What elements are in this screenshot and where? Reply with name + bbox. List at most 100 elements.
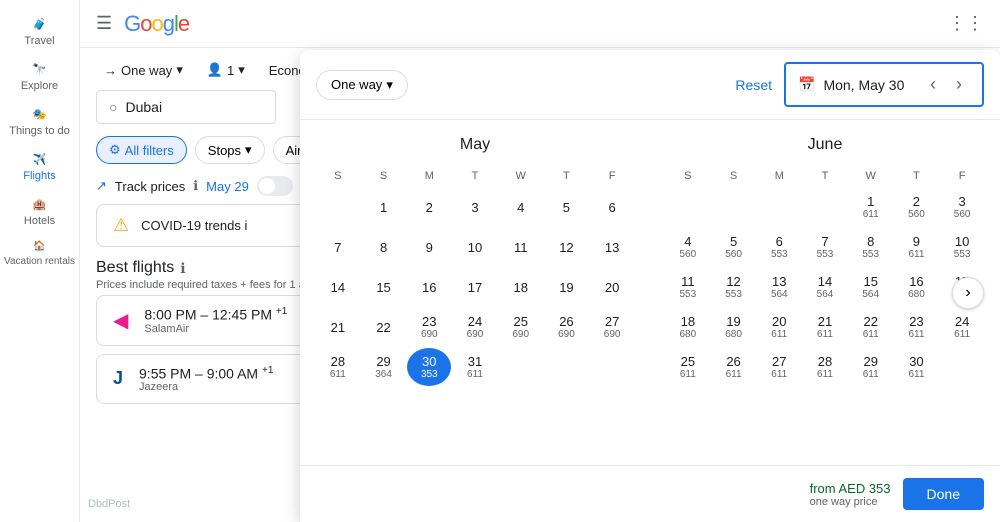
table-row[interactable]: 3 [453,188,497,226]
sidebar-item-flights[interactable]: ✈️ Flights [0,145,79,190]
table-row[interactable]: 13564 [757,268,801,306]
table-row[interactable]: 4560 [666,228,710,266]
table-row[interactable]: 30353 [407,348,451,386]
airline-logo-1: ◀ [113,308,128,333]
table-row[interactable]: 21 [316,308,360,346]
table-row[interactable]: 23611 [895,308,939,346]
sidebar-item-explore[interactable]: 🔭 Explore [0,55,79,100]
all-filters-button[interactable]: ⚙ All filters [96,136,187,164]
table-row[interactable]: 9 [407,228,451,266]
table-row[interactable]: 27690 [590,308,634,346]
sidebar-label-flights: Flights [23,170,55,182]
sidebar-label-hotels: Hotels [24,215,55,227]
passengers-button[interactable]: 👤 1 ▾ [199,58,253,82]
google-logo: Google [124,11,189,37]
table-row[interactable]: 29611 [849,348,893,386]
table-row[interactable]: 20611 [757,308,801,346]
cal-one-way-button[interactable]: One way ▾ [316,70,408,100]
cal-prev-button[interactable]: ‹ [922,70,944,99]
table-row[interactable]: 20 [590,268,634,306]
table-row[interactable]: 25611 [666,348,710,386]
table-row[interactable]: 3560 [940,188,984,226]
table-row [712,188,756,226]
table-row[interactable]: 30611 [895,348,939,386]
table-row[interactable]: 7553 [803,228,847,266]
may-header-6: F [590,166,634,186]
origin-input[interactable]: ○ Dubai [96,90,276,124]
table-row[interactable]: 28611 [316,348,360,386]
table-row[interactable]: 2 [407,188,451,226]
table-row[interactable]: 14 [316,268,360,306]
table-row[interactable]: 22611 [849,308,893,346]
table-row[interactable]: 25690 [499,308,543,346]
table-row[interactable]: 23690 [407,308,451,346]
table-row[interactable]: 19680 [712,308,756,346]
table-row[interactable]: 10 [453,228,497,266]
table-row[interactable]: 1611 [849,188,893,226]
table-row[interactable]: 8 [362,228,406,266]
menu-icon[interactable]: ☰ [96,13,112,34]
cal-date-input[interactable]: 📅 Mon, May 30 ‹ › [784,62,984,107]
june-header-6: F [940,166,984,186]
table-row[interactable]: 16680 [895,268,939,306]
table-row[interactable]: 24690 [453,308,497,346]
done-button[interactable]: Done [903,478,984,510]
table-row[interactable]: 18 [499,268,543,306]
table-row[interactable]: 11 [499,228,543,266]
table-row[interactable]: 2560 [895,188,939,226]
table-row [666,188,710,226]
sidebar-item-travel[interactable]: 🧳 Travel [0,10,79,55]
cal-date-icon: 📅 [798,76,815,93]
table-row[interactable]: 26611 [712,348,756,386]
june-title: June [666,136,984,154]
table-row[interactable]: 1 [362,188,406,226]
table-row[interactable]: 7 [316,228,360,266]
sidebar-item-things[interactable]: 🎭 Things to do [0,100,79,145]
table-row[interactable]: 4 [499,188,543,226]
sidebar-label-travel: Travel [24,35,54,47]
table-row[interactable]: 17 [453,268,497,306]
table-row[interactable]: 21611 [803,308,847,346]
table-row[interactable]: 31611 [453,348,497,386]
chevron-down-icon-2: ▾ [238,62,245,78]
table-row[interactable]: 11553 [666,268,710,306]
flights-icon: ✈️ [33,153,47,166]
calendar-modal: One way ▾ Reset 📅 Mon, May 30 ‹ › May S [300,50,1000,522]
table-row[interactable]: 14564 [803,268,847,306]
table-row[interactable]: 29364 [362,348,406,386]
table-row[interactable]: 16 [407,268,451,306]
june-calendar: June S S M T W T F 161125603560456055606… [666,136,984,449]
cal-reset-button[interactable]: Reset [735,77,772,93]
table-row[interactable]: 15564 [849,268,893,306]
table-row[interactable]: 6553 [757,228,801,266]
may-title: May [316,136,634,154]
table-row[interactable]: 6 [590,188,634,226]
table-row[interactable]: 22 [362,308,406,346]
table-row[interactable]: 12 [545,228,589,266]
table-row[interactable]: 10553 [940,228,984,266]
table-row[interactable]: 13 [590,228,634,266]
table-row[interactable]: 24611 [940,308,984,346]
table-row[interactable]: 5 [545,188,589,226]
track-toggle[interactable] [257,176,293,196]
trip-type-button[interactable]: → One way ▾ [96,58,191,82]
table-row[interactable]: 18680 [666,308,710,346]
sidebar-item-hotels[interactable]: 🏨 Hotels [0,190,79,235]
cal-next-month-button[interactable]: › [952,277,984,309]
sidebar-item-vacation[interactable]: 🏠 Vacation rentals [0,235,79,273]
june-header-3: T [803,166,847,186]
table-row[interactable]: 12553 [712,268,756,306]
table-row[interactable]: 26690 [545,308,589,346]
table-row[interactable]: 9611 [895,228,939,266]
table-row[interactable]: 19 [545,268,589,306]
cal-next-button[interactable]: › [948,70,970,99]
apps-icon[interactable]: ⋮⋮ [948,13,984,34]
may-header-0: S [316,166,360,186]
table-row[interactable]: 5560 [712,228,756,266]
table-row[interactable]: 27611 [757,348,801,386]
june-header-4: W [849,166,893,186]
table-row[interactable]: 8553 [849,228,893,266]
table-row[interactable]: 28611 [803,348,847,386]
table-row[interactable]: 15 [362,268,406,306]
stops-button[interactable]: Stops ▾ [195,136,265,164]
